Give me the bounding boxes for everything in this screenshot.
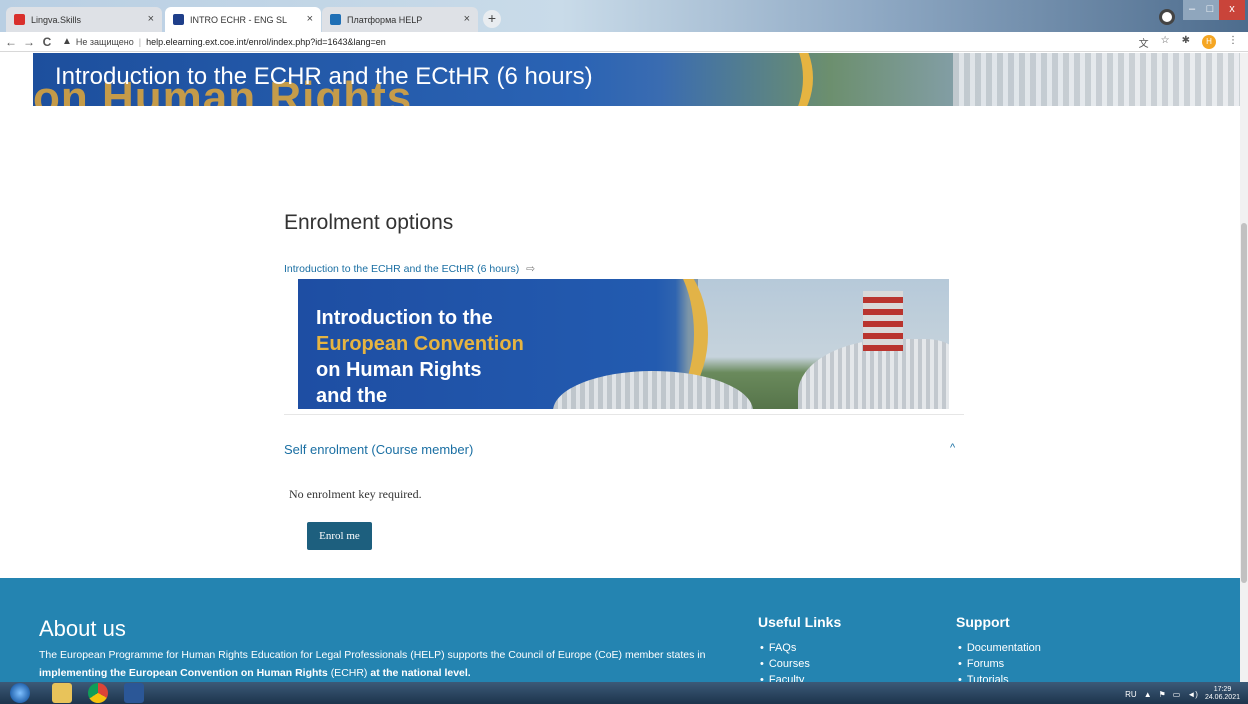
course-image: Introduction to the European Convention … (298, 279, 949, 409)
maximize-window-button[interactable]: □ (1201, 0, 1219, 20)
new-tab-button[interactable]: + (483, 10, 501, 28)
windows-taskbar: RU ▲ ⚑ ▭ ◄) 17:29 24.06.2021 (0, 682, 1248, 704)
tray-expand-icon[interactable]: ▲ (1144, 690, 1152, 699)
coe-favicon-icon (173, 14, 184, 25)
scrollbar-thumb[interactable] (1241, 223, 1247, 583)
support-heading: Support (956, 614, 1010, 630)
lingva-favicon-icon (14, 14, 25, 25)
language-indicator[interactable]: RU (1125, 690, 1137, 699)
system-tray: RU ▲ ⚑ ▭ ◄) 17:29 24.06.2021 (1125, 686, 1240, 702)
volume-icon[interactable]: ◄) (1187, 690, 1198, 699)
reload-button[interactable]: C (40, 35, 54, 49)
translate-icon[interactable]: 文 (1139, 35, 1149, 50)
chrome-taskbar-icon[interactable] (88, 683, 108, 703)
chrome-profile-icon[interactable] (1159, 9, 1175, 25)
course-title-link[interactable]: Introduction to the ECHR and the ECtHR (… (284, 263, 535, 275)
section-divider (284, 414, 964, 415)
useful-links-list: FAQs Courses Faculty (760, 640, 810, 688)
footer-link-documentation[interactable]: Documentation (958, 640, 1041, 656)
tab-lingva-skills[interactable]: Lingva.Skills × (6, 7, 162, 32)
course-image-tower (863, 291, 903, 351)
about-us-heading: About us (39, 616, 126, 641)
url-separator: | (138, 36, 142, 47)
tab-close-icon[interactable]: × (464, 13, 470, 25)
enrolment-key-note: No enrolment key required. (289, 487, 422, 501)
profile-avatar[interactable]: H (1202, 35, 1216, 49)
support-links-list: Documentation Forums Tutorials (958, 640, 1041, 688)
enter-icon: ⇨ (526, 263, 535, 275)
enrol-me-button[interactable]: Enrol me (307, 522, 372, 550)
tab-platform-help[interactable]: Платформа HELP × (322, 7, 478, 32)
site-footer: About us The European Programme for Huma… (0, 578, 1240, 686)
page-scrollbar[interactable] (1240, 53, 1248, 682)
start-button[interactable] (10, 683, 30, 703)
useful-links-heading: Useful Links (758, 614, 842, 630)
extensions-icon[interactable]: ✱ (1182, 35, 1190, 50)
address-bar: ← → C ▲ Не защищено | help.elearning.ext… (0, 32, 1248, 52)
footer-link-courses[interactable]: Courses (760, 656, 810, 672)
self-enrolment-title[interactable]: Self enrolment (Course member) (284, 442, 473, 457)
footer-link-forums[interactable]: Forums (958, 656, 1041, 672)
explorer-taskbar-icon[interactable] (52, 683, 72, 703)
banner-building-image (953, 53, 1240, 106)
bookmark-star-icon[interactable]: ☆ (1161, 35, 1170, 50)
help-favicon-icon (330, 14, 341, 25)
about-us-text: The European Programme for Human Rights … (39, 649, 706, 679)
banner-arc-decoration (693, 53, 813, 106)
url-field[interactable]: help.elearning.ext.coe.int/enrol/index.p… (146, 37, 386, 47)
course-header-banner: on Human Rights Introduction to the ECHR… (33, 53, 1240, 106)
page-title: Introduction to the ECHR and the ECtHR (… (55, 63, 593, 90)
warning-icon: ▲ (62, 36, 72, 47)
minimize-window-button[interactable]: – (1183, 0, 1201, 20)
security-indicator[interactable]: ▲ Не защищено (62, 36, 134, 47)
course-image-caption: Introduction to the European Convention … (316, 307, 524, 407)
footer-link-faqs[interactable]: FAQs (760, 640, 810, 656)
forward-button[interactable]: → (22, 35, 36, 49)
browser-tab-strip: Lingva.Skills × INTRO ECHR - ENG SL × Пл… (0, 0, 1248, 32)
flag-icon[interactable]: ⚑ (1159, 690, 1166, 699)
tab-intro-echr[interactable]: INTRO ECHR - ENG SL × (165, 7, 321, 32)
word-taskbar-icon[interactable] (124, 683, 144, 703)
menu-icon[interactable]: ⋮ (1228, 35, 1238, 50)
enrolment-options-heading: Enrolment options (284, 211, 454, 234)
clock[interactable]: 17:29 24.06.2021 (1205, 686, 1240, 702)
back-button[interactable]: ← (4, 35, 18, 49)
chevron-up-icon[interactable]: ^ (950, 442, 955, 454)
page-content: on Human Rights Introduction to the ECHR… (0, 53, 1240, 578)
close-window-button[interactable]: x (1219, 0, 1245, 20)
network-icon[interactable]: ▭ (1173, 690, 1181, 699)
tab-close-icon[interactable]: × (307, 13, 313, 25)
tab-close-icon[interactable]: × (148, 13, 154, 25)
browser-toolbar-right: 文 ☆ ✱ H ⋮ (1139, 35, 1238, 50)
